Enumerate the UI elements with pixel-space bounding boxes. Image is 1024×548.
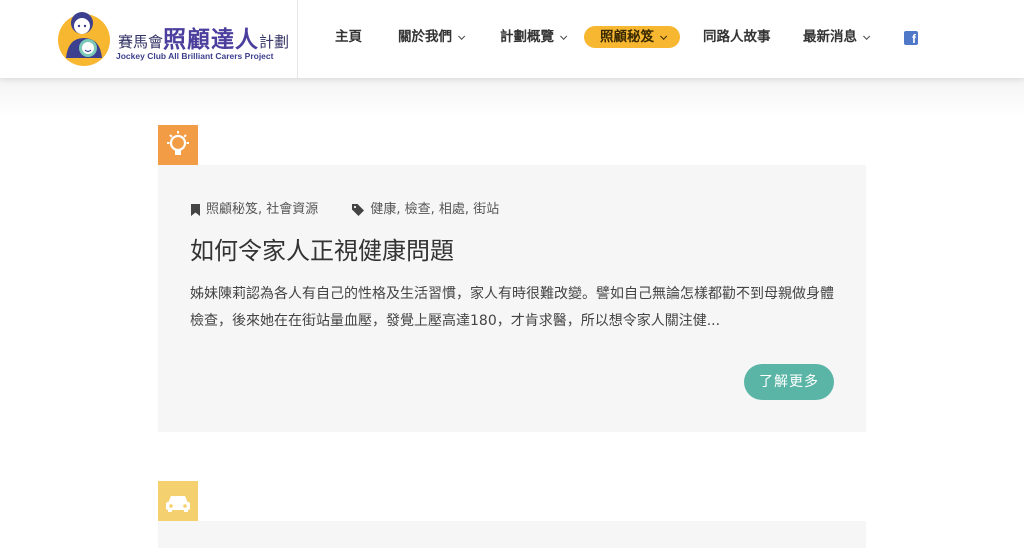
tag-icon	[352, 204, 365, 216]
post-excerpt: 姊妹陳莉認為各人有自己的性格及生活習慣，家人有時很難改變。譬如自己無論怎樣都勸不…	[190, 286, 834, 329]
nav-item-label: 最新消息	[803, 29, 857, 45]
header-divider	[297, 0, 298, 78]
nav-item-about[interactable]: 關於我們	[398, 26, 466, 48]
car-icon	[166, 496, 190, 512]
post-card: 照顧秘笈, 社會資源 健康, 檢查, 相處, 街站 如何令家人正視健康問題 姊妹…	[158, 165, 866, 432]
chevron-down-icon	[660, 32, 668, 40]
chevron-down-icon	[458, 32, 466, 40]
logo-prefix: 賽馬會	[118, 33, 164, 51]
page-band	[0, 78, 1024, 118]
facebook-icon[interactable]: f	[904, 31, 918, 45]
site-header: 賽馬會照顧達人計劃 Jockey Club All Brilliant Care…	[0, 0, 1024, 78]
logo-chinese-name: 賽馬會照顧達人計劃	[118, 20, 289, 54]
nav-item-home[interactable]: 主頁	[335, 26, 362, 48]
logo-suffix: 計劃	[259, 33, 290, 51]
post-title[interactable]: 如何令家人正視健康問題	[190, 231, 454, 266]
logo-mark-icon	[58, 12, 110, 66]
nav-item-label: 照顧秘笈	[600, 29, 654, 45]
nav-item-overview[interactable]: 計劃概覽	[500, 26, 568, 48]
nav-item-label: 同路人故事	[703, 29, 771, 45]
nav-item-label: 計劃概覽	[500, 29, 554, 45]
site-logo[interactable]: 賽馬會照顧達人計劃 Jockey Club All Brilliant Care…	[56, 6, 296, 70]
chevron-down-icon	[863, 32, 871, 40]
nav-item-care-tips[interactable]: 照顧秘笈	[584, 26, 680, 48]
post-categories-text[interactable]: 照顧秘笈, 社會資源	[206, 201, 318, 219]
category-icon-box	[158, 125, 198, 165]
logo-main: 照顧達人	[163, 26, 260, 53]
post-meta: 照顧秘笈, 社會資源 健康, 檢查, 相處, 街站	[191, 201, 499, 219]
post-tags: 健康, 檢查, 相處, 街站	[352, 201, 499, 219]
lightbulb-icon	[167, 131, 189, 155]
read-more-button[interactable]: 了解更多	[744, 364, 834, 400]
nav-item-label: 關於我們	[398, 29, 452, 45]
post-card	[158, 521, 866, 548]
nav-item-news[interactable]: 最新消息	[803, 26, 871, 48]
post-categories: 照顧秘笈, 社會資源	[191, 201, 318, 219]
logo-english-name: Jockey Club All Brilliant Carers Project	[116, 51, 274, 61]
nav-item-label: 主頁	[335, 29, 362, 45]
bookmark-icon	[191, 204, 200, 216]
category-icon-box	[158, 481, 198, 521]
nav-item-stories[interactable]: 同路人故事	[703, 26, 771, 48]
post-tags-text[interactable]: 健康, 檢查, 相處, 街站	[370, 201, 499, 219]
chevron-down-icon	[560, 32, 568, 40]
